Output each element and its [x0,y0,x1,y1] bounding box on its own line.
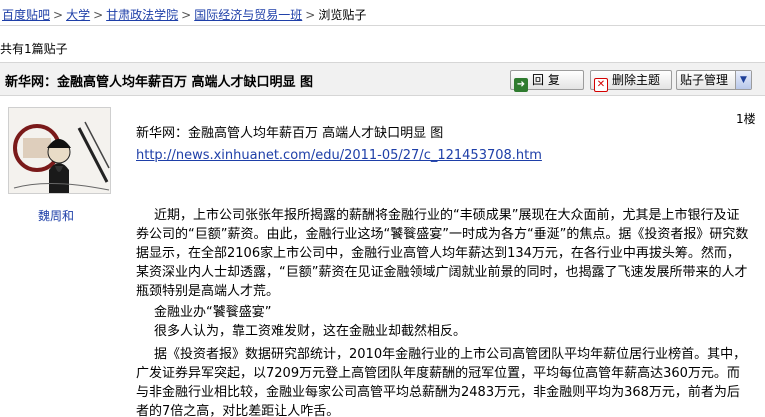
author-name[interactable]: 魏周和 [38,207,74,224]
breadcrumb: 百度贴吧 > 大学 > 甘肃政法学院 > 国际经济与贸易一班 > 浏览贴子 [0,0,765,26]
reply-button-label: 回 复 [532,73,560,87]
post-paragraph: 据《投资者报》数据研究部统计，2010年金融行业的上市公司高管团队平均年薪位居行… [136,347,747,417]
breadcrumb-separator: > [53,8,64,22]
chevron-down-icon[interactable]: ▼ [735,71,751,89]
post-manage-label: 贴子管理 [680,73,729,87]
delete-thread-button[interactable]: ✕ 删除主题 [590,70,672,92]
post-paragraph: 近期，上市公司张张年报所揭露的薪酬将金融行业的“丰硕成果”展现在大众面前，尤其是… [136,208,749,299]
post-header: 新华网：金融高管人均年薪百万 高端人才缺口明显 图 http://news.xi… [136,125,746,165]
avatar-portrait-icon [9,108,110,193]
thread-title: 新华网：金融高管人均年薪百万 高端人才缺口明显 图 [5,75,314,90]
breadcrumb-separator: > [93,8,104,22]
reply-icon: ➜ [514,78,528,92]
breadcrumb-separator: > [305,8,316,22]
post-paragraph: 很多人认为，靠工资难发财，这在金融业却截然相反。 [154,324,467,339]
breadcrumb-link-college[interactable]: 甘肃政法学院 [106,8,178,22]
breadcrumb-separator: > [181,8,192,22]
breadcrumb-link-tieba[interactable]: 百度贴吧 [2,8,50,22]
reply-button[interactable]: ➜ 回 复 [510,70,584,92]
delete-thread-label: 删除主题 [612,73,661,87]
breadcrumb-current: 浏览贴子 [318,8,367,22]
thread-title-bar: 新华网：金融高管人均年薪百万 高端人才缺口明显 图 ➜ 回 复 ✕ 删除主题 贴子管… [0,62,765,96]
post-count: 共有1篇贴子 [0,42,68,56]
post-manage-dropdown[interactable]: 贴子管理 ▼ [676,70,752,90]
breadcrumb-link-class[interactable]: 国际经济与贸易一班 [194,8,302,22]
delete-icon: ✕ [594,78,608,92]
post-subheading: 金融业办“饕餮盛宴” [154,305,272,320]
breadcrumb-link-university[interactable]: 大学 [66,8,90,22]
post-headline: 新华网：金融高管人均年薪百万 高端人才缺口明显 图 [136,126,444,141]
source-link[interactable]: http://news.xinhuanet.com/edu/2011-05/27… [136,147,746,165]
avatar[interactable] [8,107,111,194]
